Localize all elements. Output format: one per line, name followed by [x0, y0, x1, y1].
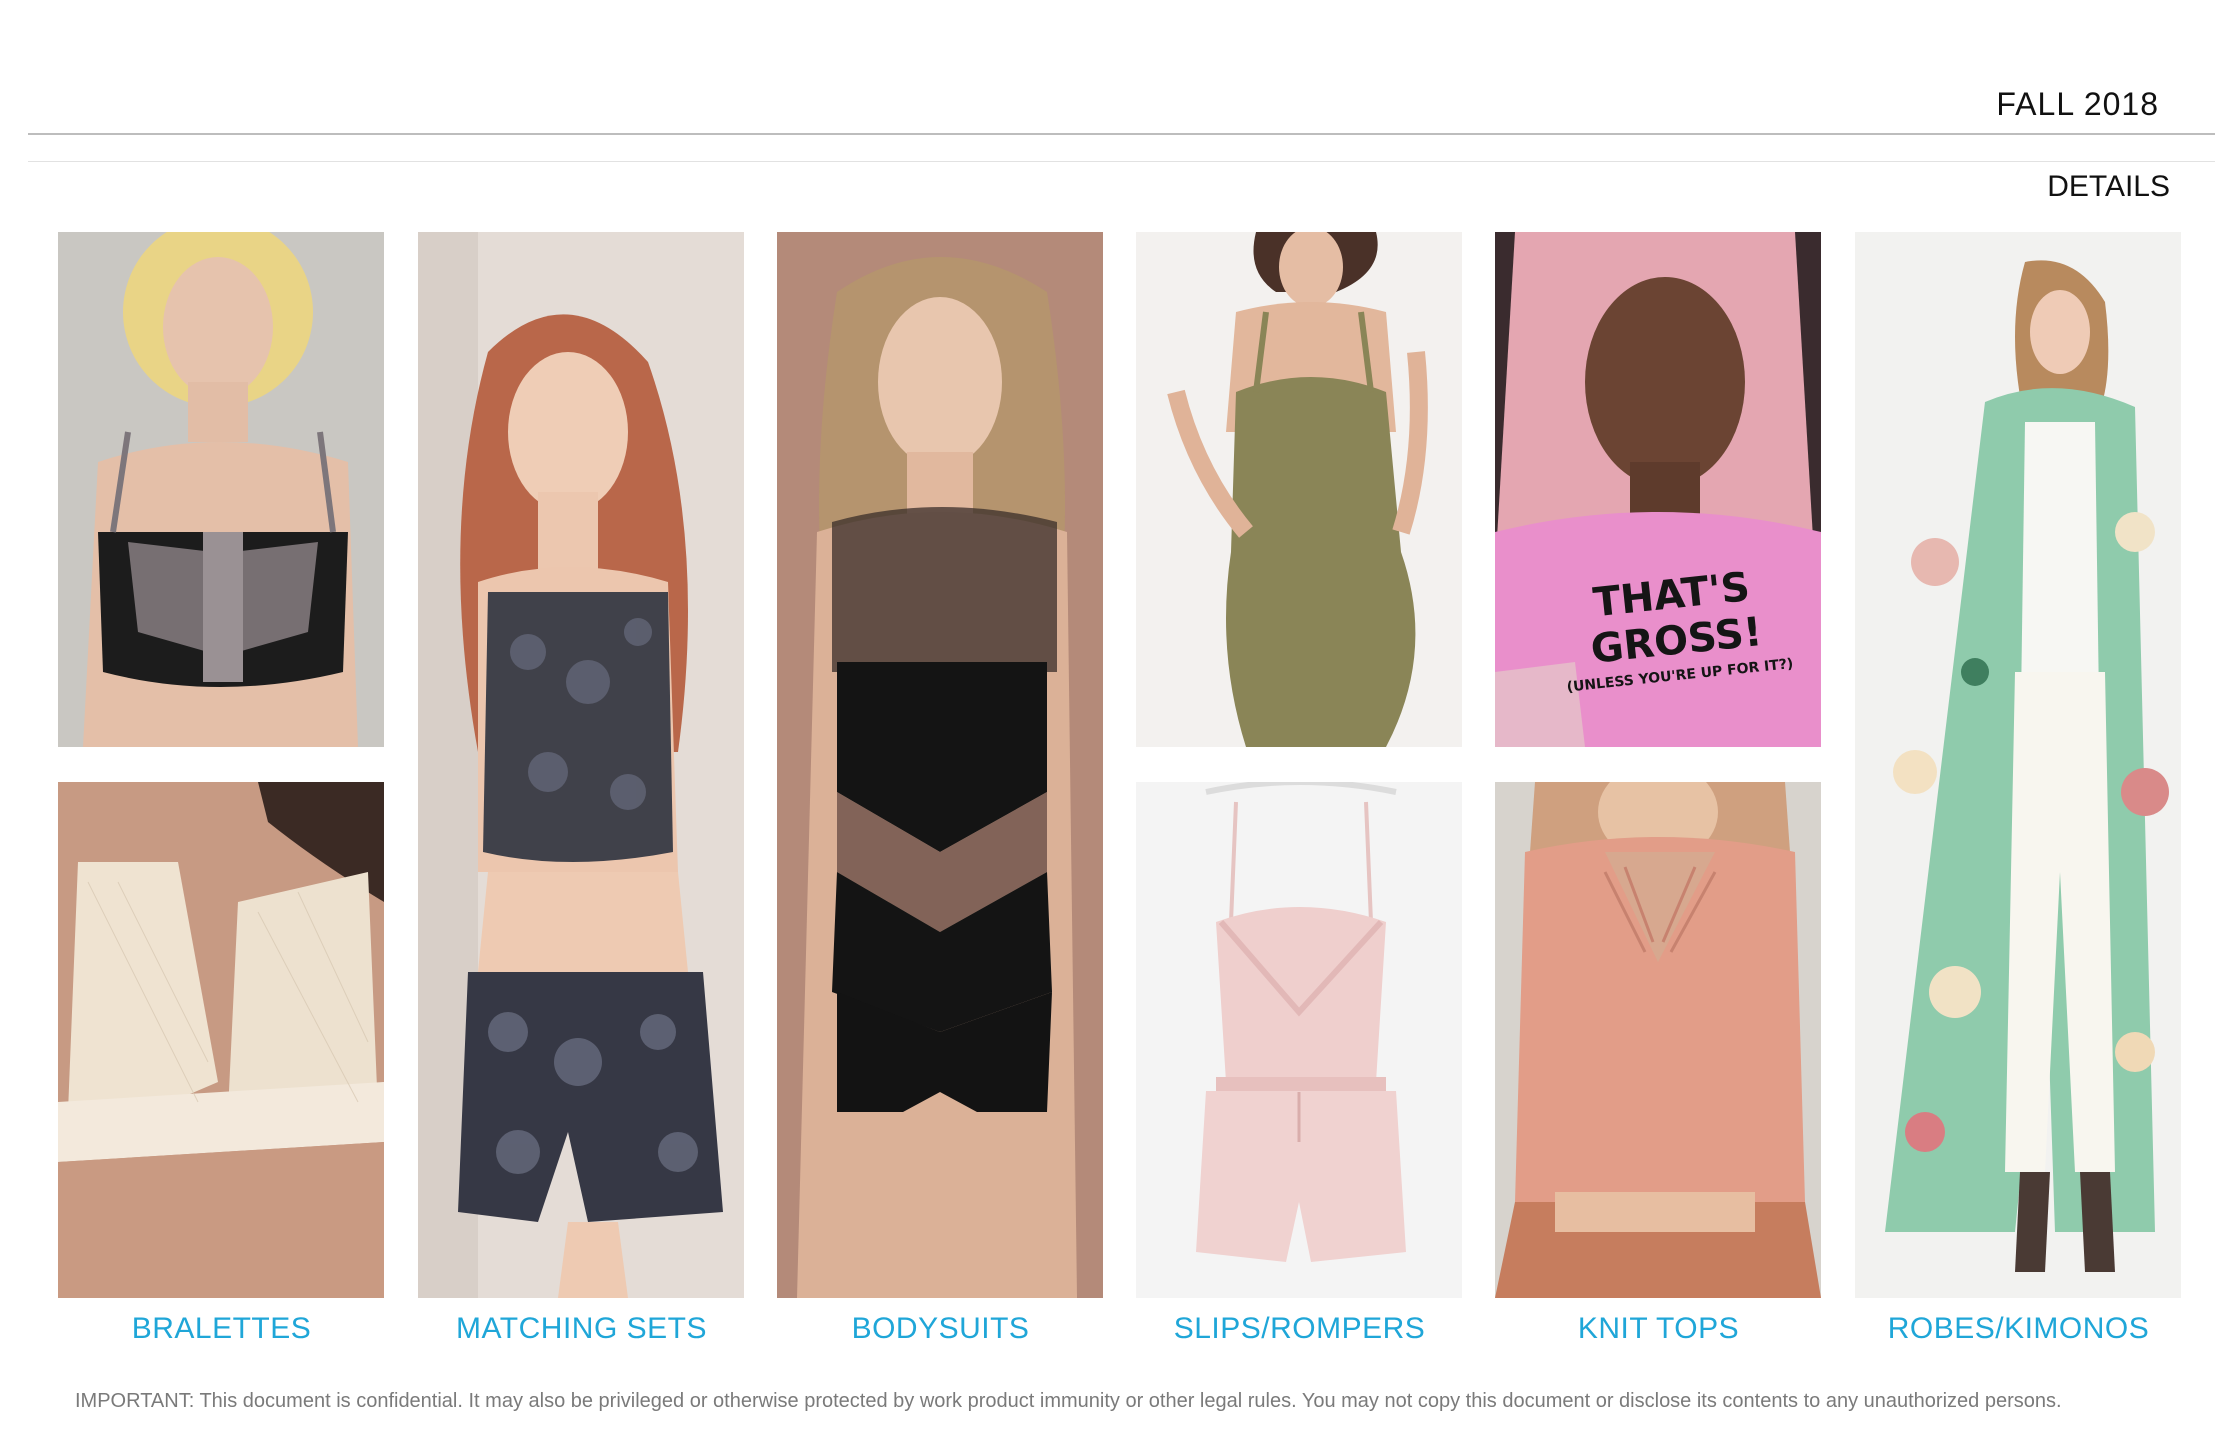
season-title: FALL 2018 — [1996, 86, 2159, 122]
romper-photo — [1136, 782, 1462, 1298]
header-rule — [28, 133, 2215, 135]
matching-set-photo — [418, 232, 744, 1298]
section-title: DETAILS — [2047, 170, 2170, 203]
lace-bralette-photo — [58, 782, 384, 1298]
category-label-slips-rompers: SLIPS/ROMPERS — [1173, 1312, 1426, 1345]
category-label-matching-sets: MATCHING SETS — [456, 1312, 707, 1345]
subheader-rule — [28, 161, 2215, 162]
category-label-bralettes: BRALETTES — [131, 1312, 312, 1345]
category-label-bodysuits: BODYSUITS — [851, 1312, 1030, 1345]
category-label-robes-kimonos: ROBES/KIMONOS — [1887, 1312, 2150, 1345]
confidentiality-notice: IMPORTANT: This document is confidential… — [75, 1390, 2062, 1412]
slip-dress-photo — [1136, 232, 1462, 747]
kimono-photo — [1855, 232, 2181, 1298]
knit-top-photo — [1495, 782, 1821, 1298]
bodysuit-photo — [777, 232, 1103, 1298]
category-label-knit-tops: KNIT TOPS — [1577, 1312, 1740, 1345]
graphic-tee-photo: THAT'S GROSS! (UNLESS YOU'RE UP FOR IT?) — [1495, 232, 1821, 747]
bralette-photo — [58, 232, 384, 747]
